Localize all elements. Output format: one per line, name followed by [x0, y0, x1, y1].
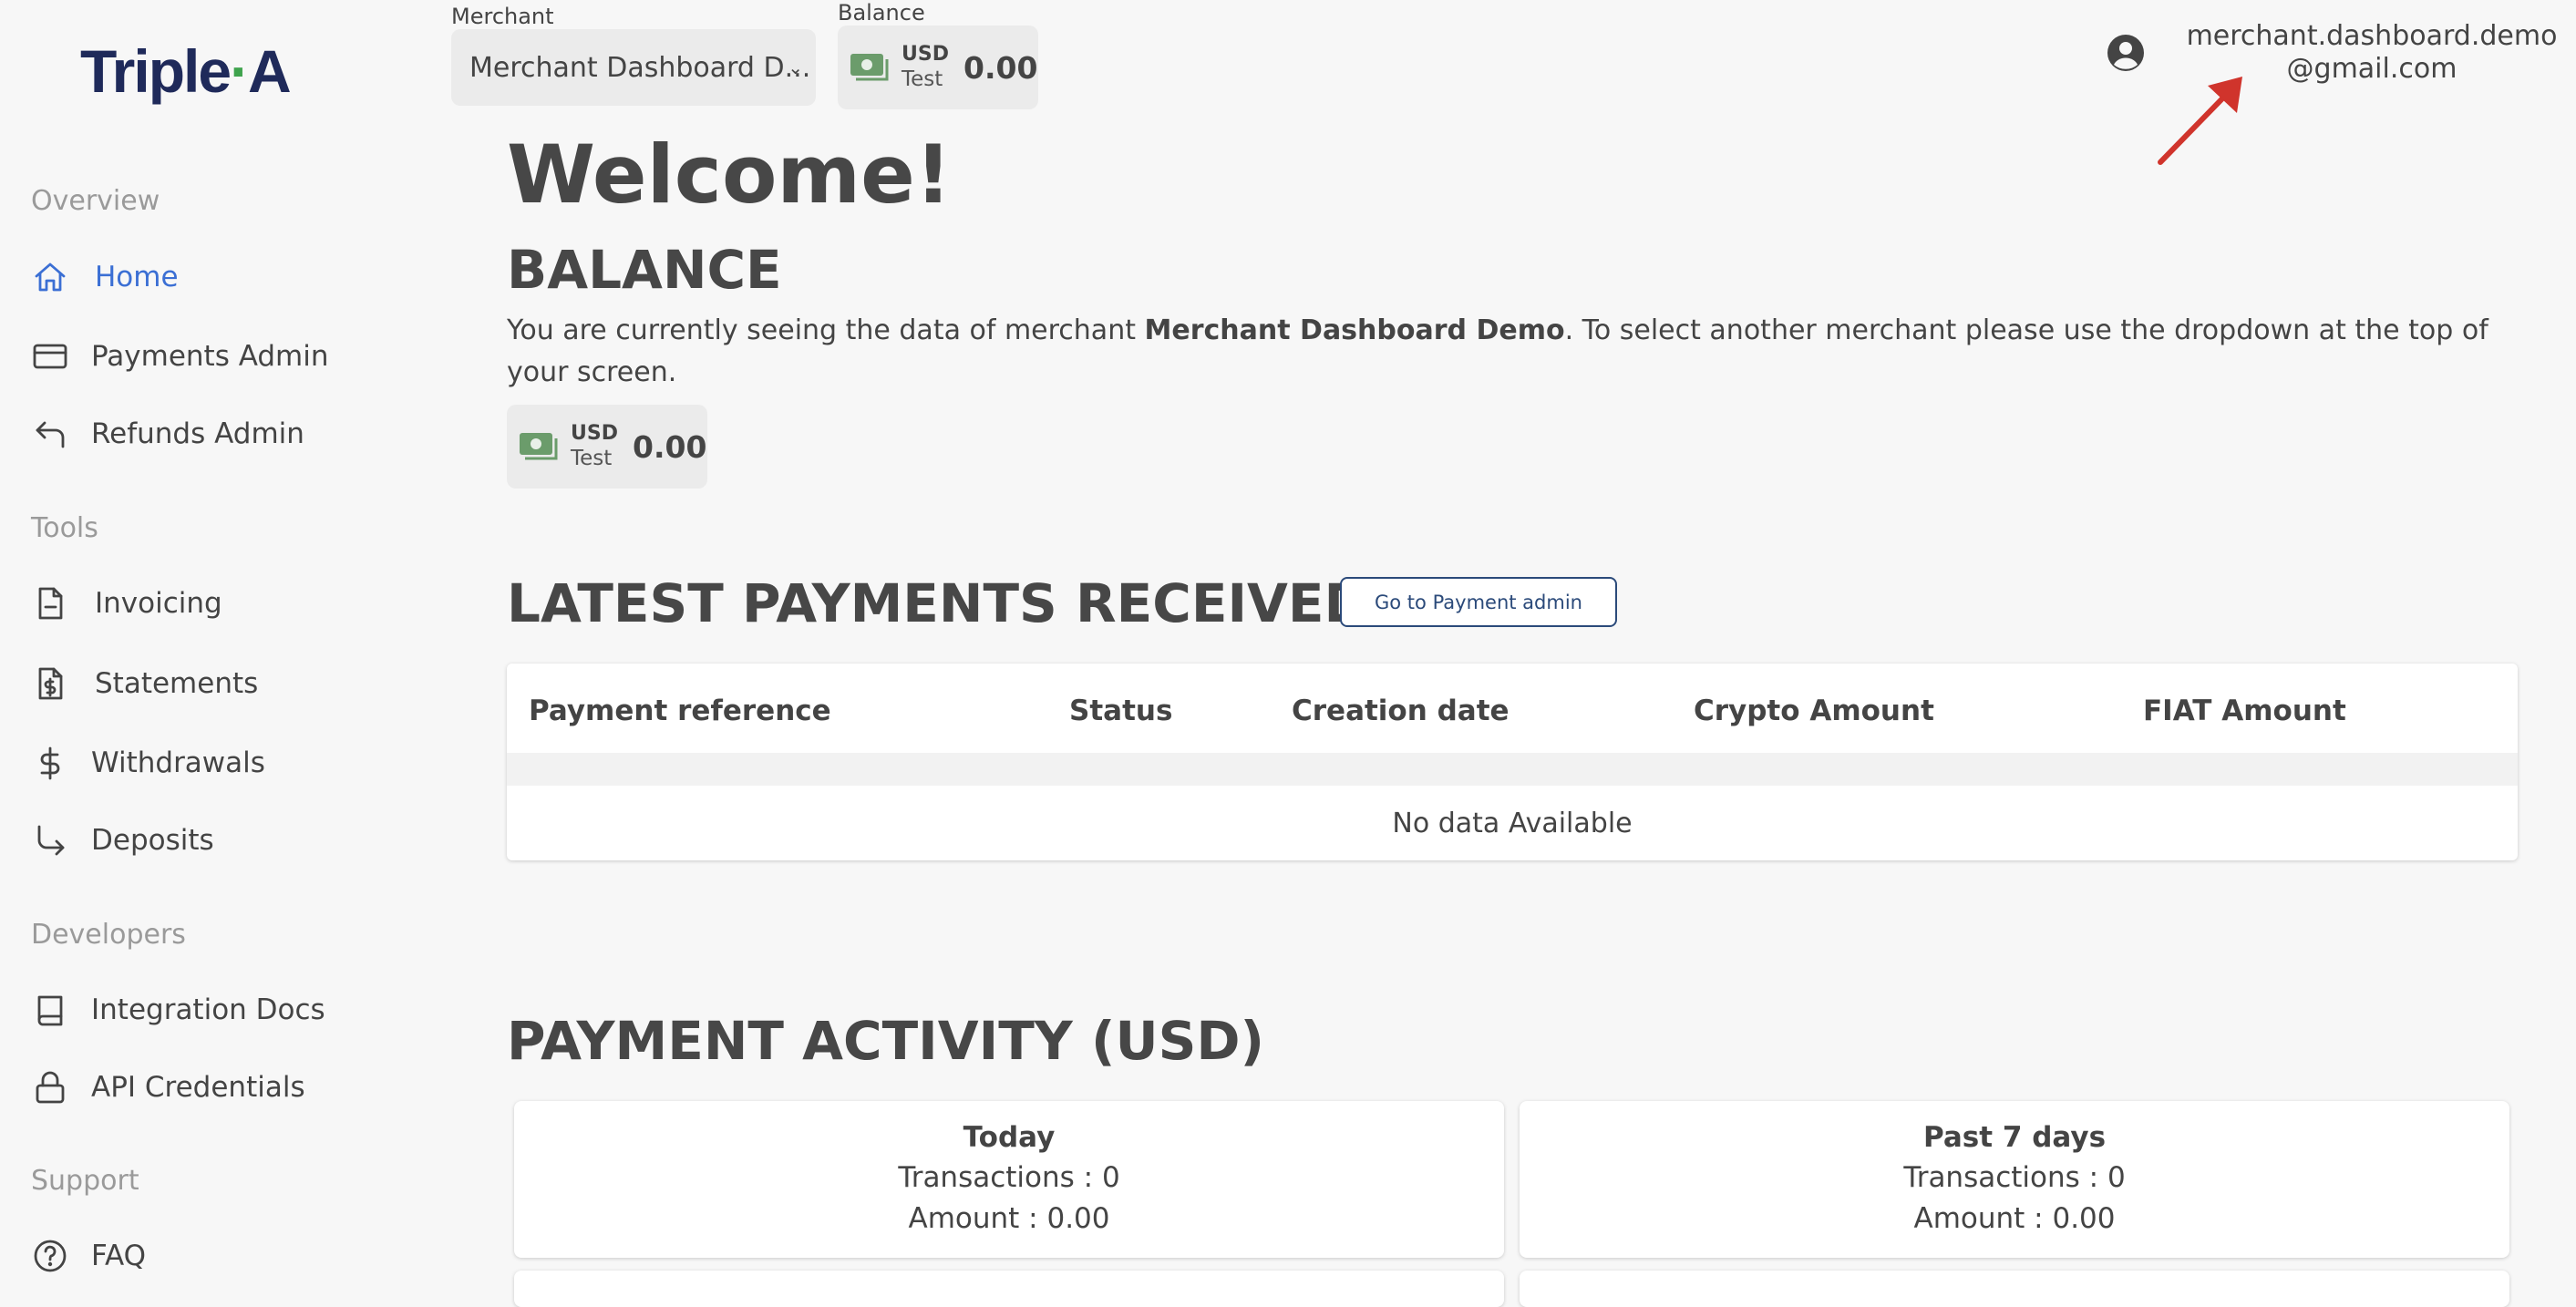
- book-icon: [31, 991, 69, 1029]
- latest-payments-heading: LATEST PAYMENTS RECEIVED: [507, 572, 1368, 634]
- section-title-support: Support: [31, 1165, 139, 1197]
- section-title-overview: Overview: [31, 185, 160, 217]
- main-balance-chip: USD Test 0.00: [507, 405, 707, 489]
- triple-a-logo[interactable]: Triple·A: [80, 36, 292, 106]
- balance-mode: Test: [571, 447, 613, 471]
- sidebar-item-statements[interactable]: Statements: [31, 658, 258, 709]
- balance-currency: USD: [902, 42, 949, 66]
- help-icon: [31, 1237, 69, 1275]
- sidebar-item-label: API Credentials: [91, 1071, 305, 1104]
- column-header[interactable]: Creation date: [1292, 695, 1510, 727]
- column-header[interactable]: Crypto Amount: [1694, 695, 1934, 727]
- sidebar-item-label: Home: [95, 261, 179, 293]
- sidebar-item-faq[interactable]: FAQ: [31, 1230, 146, 1281]
- sidebar-item-refunds-admin[interactable]: Refunds Admin: [31, 408, 304, 459]
- balance-amount: 0.00: [963, 49, 1038, 86]
- sidebar-item-label: Withdrawals: [91, 746, 265, 779]
- sidebar-item-deposits[interactable]: Deposits: [31, 815, 214, 866]
- activity-amount: Amount : 0.00: [1913, 1202, 2116, 1235]
- sidebar-item-integration-docs[interactable]: Integration Docs: [31, 984, 325, 1035]
- activity-card-past-7-days: Past 7 days Transactions : 0 Amount : 0.…: [1520, 1101, 2509, 1258]
- return-icon: [31, 415, 69, 453]
- merchant-description: You are currently seeing the data of mer…: [507, 314, 2488, 388]
- dollar-icon: [31, 744, 69, 782]
- sidebar-item-invoicing[interactable]: Invoicing: [31, 578, 222, 629]
- column-header[interactable]: Payment reference: [529, 695, 831, 727]
- activity-card-partial: [1520, 1271, 2509, 1307]
- sidebar-item-label: Payments Admin: [91, 340, 329, 373]
- merchant-select-value: Merchant Dashboard D...: [469, 51, 811, 84]
- balance-currency: USD: [571, 421, 618, 445]
- activity-card-partial: [514, 1271, 1504, 1307]
- home-icon: [31, 258, 69, 296]
- lock-icon: [31, 1068, 69, 1106]
- top-balance-chip: USD Test 0.00: [838, 26, 1038, 109]
- column-header[interactable]: FIAT Amount: [2143, 695, 2346, 727]
- sidebar-item-label: Invoicing: [95, 587, 222, 620]
- merchant-label: Merchant: [451, 4, 554, 29]
- cash-icon: [520, 433, 558, 460]
- sidebar-item-payments-admin[interactable]: Payments Admin: [31, 331, 329, 382]
- chevron-down-icon: ⌄: [788, 57, 803, 78]
- user-avatar-icon: [2107, 35, 2144, 71]
- cash-icon: [850, 54, 889, 81]
- balance-mode: Test: [902, 67, 943, 92]
- activity-transactions: Transactions : 0: [1903, 1161, 2126, 1194]
- balance-heading: BALANCE: [507, 239, 782, 301]
- sidebar-item-label: Deposits: [91, 824, 214, 857]
- welcome-heading: Welcome!: [507, 128, 952, 221]
- empty-table-message: No data Available: [1392, 808, 1633, 839]
- balance-amount: 0.00: [632, 428, 707, 465]
- activity-card-today: Today Transactions : 0 Amount : 0.00: [514, 1101, 1504, 1258]
- go-to-payment-admin-button[interactable]: Go to Payment admin: [1340, 577, 1617, 627]
- table-row-divider: [507, 753, 2518, 786]
- section-title-tools: Tools: [31, 512, 98, 544]
- activity-card-title: Today: [963, 1121, 1056, 1154]
- annotation-arrow-icon: [2158, 77, 2242, 165]
- payments-table: Payment reference Status Creation date C…: [507, 664, 2518, 860]
- merchant-select[interactable]: Merchant Dashboard D... ⌄: [451, 29, 816, 106]
- sidebar-item-withdrawals[interactable]: Withdrawals: [31, 737, 265, 788]
- statement-icon: [31, 664, 69, 703]
- balance-label: Balance: [838, 0, 925, 26]
- payment-activity-heading: PAYMENT ACTIVITY (USD): [507, 1010, 1265, 1072]
- deposit-arrow-icon: [31, 821, 69, 859]
- activity-amount: Amount : 0.00: [908, 1202, 1110, 1235]
- column-header[interactable]: Status: [1069, 695, 1172, 727]
- sidebar-item-api-credentials[interactable]: API Credentials: [31, 1062, 305, 1113]
- sidebar: Triple·A Overview Home Payments Admin Re…: [0, 0, 410, 1292]
- card-icon: [31, 337, 69, 376]
- sidebar-item-label: Refunds Admin: [91, 417, 304, 450]
- merchant-name: Merchant Dashboard Demo: [1144, 314, 1565, 346]
- activity-card-title: Past 7 days: [1922, 1121, 2107, 1154]
- sidebar-item-label: Integration Docs: [91, 993, 325, 1026]
- document-icon: [31, 584, 69, 623]
- section-title-developers: Developers: [31, 919, 186, 951]
- sidebar-item-label: Statements: [95, 667, 259, 700]
- sidebar-item-label: FAQ: [91, 1240, 147, 1272]
- sidebar-item-home[interactable]: Home: [31, 252, 179, 303]
- activity-transactions: Transactions : 0: [898, 1161, 1120, 1194]
